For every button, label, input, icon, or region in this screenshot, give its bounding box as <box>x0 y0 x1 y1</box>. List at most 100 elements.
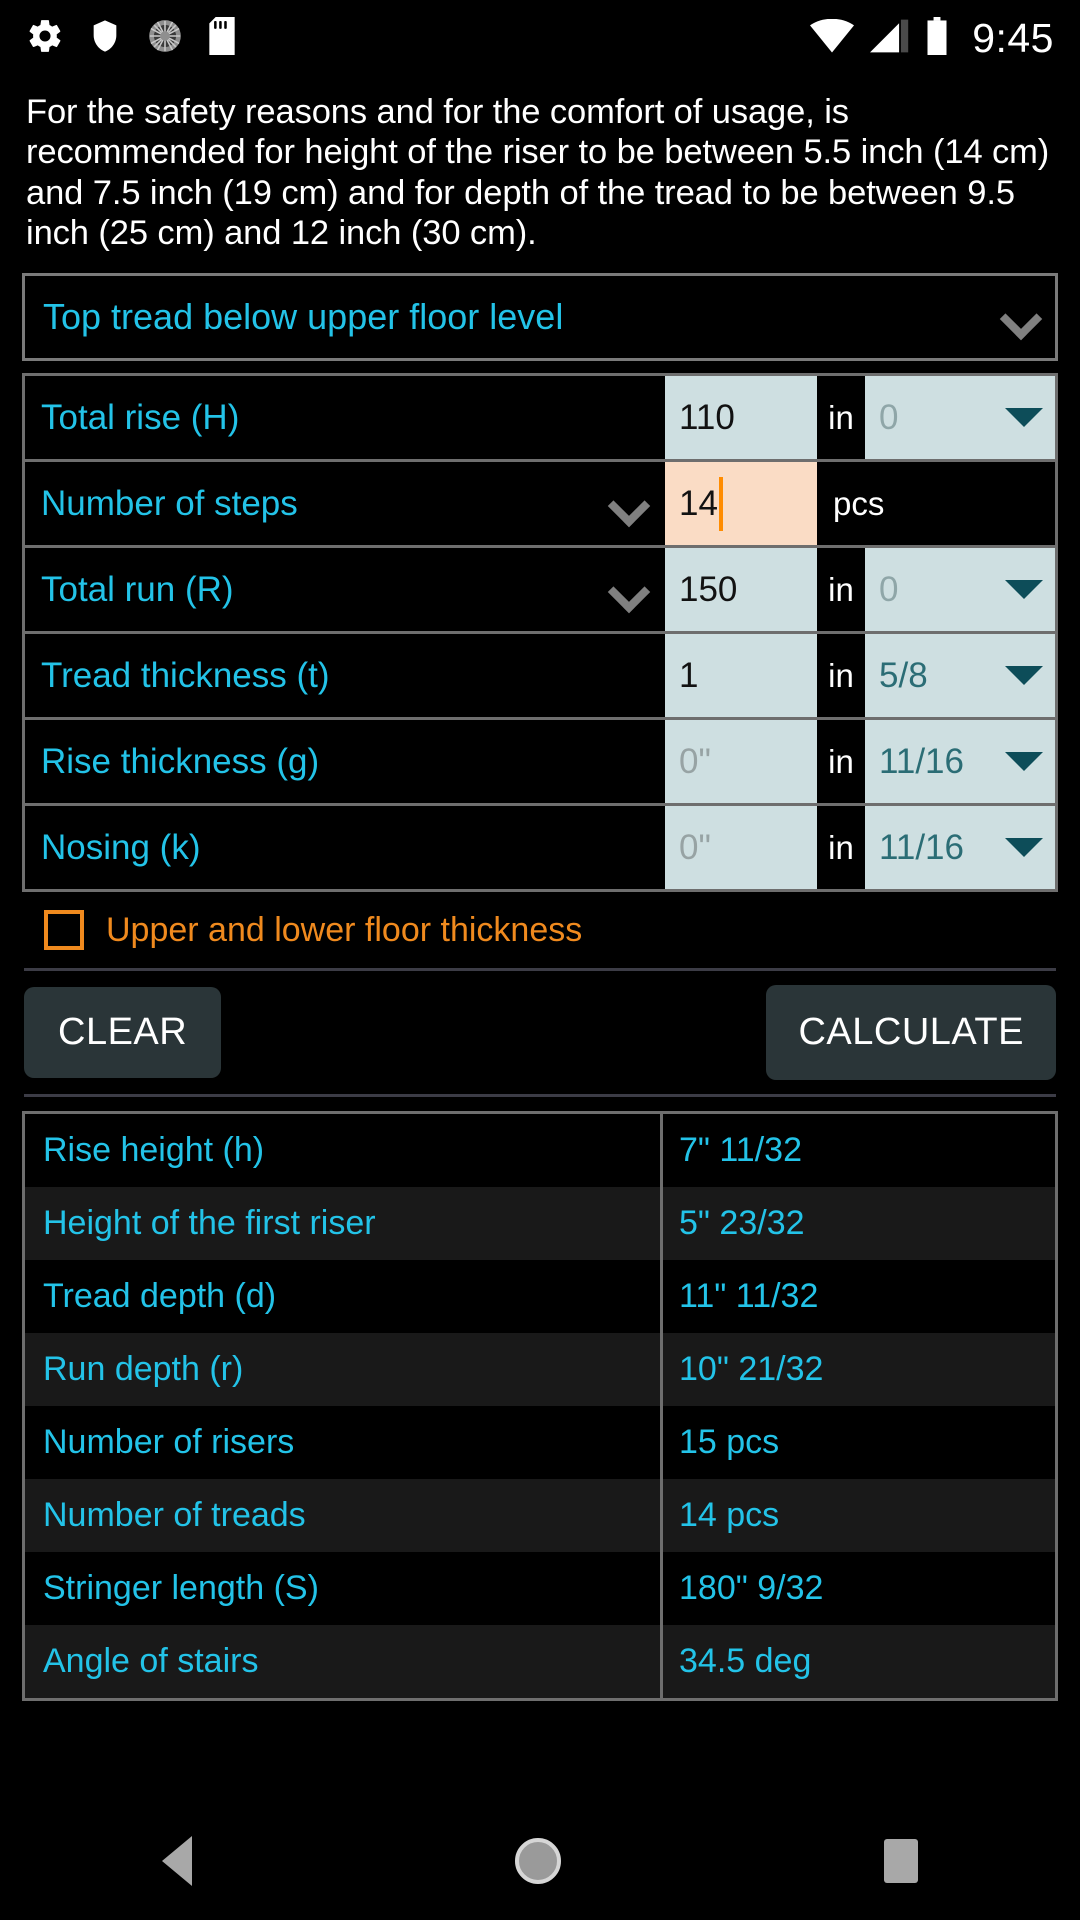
input-value-text: 14 <box>679 483 718 523</box>
gear-icon <box>26 17 64 60</box>
floor-thickness-checkbox-row[interactable]: Upper and lower floor thickness <box>22 892 1058 968</box>
result-row: Number of risers 15 pcs <box>25 1406 1055 1480</box>
caret-down-icon <box>1005 666 1043 686</box>
sd-card-icon <box>208 16 236 60</box>
result-value: 10" 21/32 <box>679 1350 824 1389</box>
input-table: Total rise (H) 110 in 0 Number of steps 14 pcs… <box>22 373 1058 893</box>
chevron-down-icon[interactable] <box>609 571 647 609</box>
fraction-value: 11/16 <box>879 827 964 867</box>
stair-type-spinner[interactable]: Top tread below upper floor level <box>22 273 1058 362</box>
fraction-spinner[interactable]: 11/16 <box>865 720 1055 804</box>
result-label: Height of the first riser <box>25 1187 663 1261</box>
result-value: 7" 11/32 <box>679 1131 802 1170</box>
input-row-label-cell: Rise thickness (g) <box>25 720 665 803</box>
fraction-spinner[interactable]: 11/16 <box>865 806 1055 890</box>
input-row: Nosing (k) 0" in 11/16 <box>25 806 1055 893</box>
input-row: Total rise (H) 110 in 0 <box>25 376 1055 463</box>
results-table: Rise height (h) 7" 11/32 Height of the fir… <box>22 1111 1058 1702</box>
input-row-label: Total run (R) <box>41 569 234 609</box>
caret-down-icon <box>1005 580 1043 600</box>
wifi-icon <box>810 18 855 58</box>
info-text: For the safety reasons and for the comfo… <box>26 93 1050 253</box>
input-value-field[interactable]: 1 <box>665 634 817 718</box>
result-label: Angle of stairs <box>25 1625 663 1699</box>
result-row: Angle of stairs 34.5 deg <box>25 1625 1055 1699</box>
spinner-icon <box>146 17 184 60</box>
chevron-down-icon <box>1001 298 1039 336</box>
caret-down-icon <box>1005 752 1043 772</box>
result-label: Run depth (r) <box>25 1333 663 1407</box>
caret-down-icon <box>1005 838 1043 858</box>
result-value: 34.5 deg <box>679 1642 812 1681</box>
input-value-field[interactable]: 150 <box>665 548 817 632</box>
input-unit-label: pcs <box>817 462 1055 546</box>
result-row: Height of the first riser 5" 23/32 <box>25 1187 1055 1261</box>
calculate-button[interactable]: CALCULATE <box>766 985 1056 1081</box>
android-navigation-bar <box>0 1802 1080 1920</box>
floor-thickness-checkbox[interactable] <box>44 910 84 951</box>
fraction-value: 0 <box>879 569 899 609</box>
input-unit-label: in <box>817 548 865 632</box>
result-row: Tread depth (d) 11" 11/32 <box>25 1260 1055 1334</box>
result-row: Run depth (r) 10" 21/32 <box>25 1333 1055 1407</box>
result-value: 11" 11/32 <box>679 1277 819 1316</box>
input-value-text: 1 <box>679 655 699 695</box>
result-value: 15 pcs <box>679 1423 780 1462</box>
input-value-text: 110 <box>679 397 735 437</box>
input-value-field[interactable]: 110 <box>665 376 817 460</box>
floor-thickness-label: Upper and lower floor thickness <box>106 910 583 949</box>
input-row: Tread thickness (t) 1 in 5/8 <box>25 634 1055 721</box>
fraction-value: 0 <box>879 397 899 437</box>
result-row: Rise height (h) 7" 11/32 <box>25 1114 1055 1188</box>
input-unit-label: in <box>817 634 865 718</box>
input-unit-label: in <box>817 720 865 804</box>
clear-button[interactable]: CLEAR <box>24 987 222 1079</box>
input-row-label: Rise thickness (g) <box>41 741 320 781</box>
chevron-down-icon[interactable] <box>609 485 647 523</box>
fraction-spinner[interactable]: 0 <box>865 376 1055 460</box>
input-row-label-cell[interactable]: Number of steps <box>25 462 665 545</box>
input-value-text: 0" <box>679 827 711 867</box>
stair-type-selected-label: Top tread below upper floor level <box>43 296 564 338</box>
status-bar-left-icons <box>26 16 236 60</box>
input-value-field[interactable]: 0" <box>665 720 817 804</box>
input-row-label: Tread thickness (t) <box>41 655 330 695</box>
input-value-field[interactable]: 14 <box>665 462 817 546</box>
result-label: Number of risers <box>25 1406 663 1480</box>
input-row: Number of steps 14 pcs <box>25 462 1055 549</box>
result-label: Number of treads <box>25 1479 663 1553</box>
action-button-row: CLEAR CALCULATE <box>22 971 1058 1094</box>
signal-icon <box>870 19 910 58</box>
fraction-spinner[interactable]: 5/8 <box>865 634 1055 718</box>
input-value-text: 0" <box>679 741 711 781</box>
battery-icon <box>926 16 948 60</box>
divider-bottom <box>24 1094 1056 1098</box>
result-value: 180" 9/32 <box>679 1569 824 1608</box>
input-row: Rise thickness (g) 0" in 11/16 <box>25 720 1055 807</box>
main-content: For the safety reasons and for the comfo… <box>0 76 1080 1702</box>
result-label: Stringer length (S) <box>25 1552 663 1626</box>
caret-down-icon <box>1005 408 1043 428</box>
input-row-label: Total rise (H) <box>41 397 240 437</box>
status-bar: 9:45 <box>0 0 1080 76</box>
text-caret <box>718 476 723 531</box>
home-icon[interactable] <box>514 1838 561 1884</box>
input-unit-label: in <box>817 806 865 890</box>
input-unit-label: in <box>817 376 865 460</box>
status-bar-right-icons: 9:45 <box>810 16 1054 60</box>
result-value: 5" 23/32 <box>679 1204 805 1243</box>
result-row: Number of treads 14 pcs <box>25 1479 1055 1553</box>
input-row: Total run (R) 150 in 0 <box>25 548 1055 635</box>
input-value-text: 150 <box>679 569 738 609</box>
back-icon[interactable] <box>161 1836 192 1886</box>
input-value-field[interactable]: 0" <box>665 806 817 890</box>
input-row-label: Nosing (k) <box>41 827 201 867</box>
result-label: Tread depth (d) <box>25 1260 663 1334</box>
recents-icon[interactable] <box>884 1839 919 1883</box>
input-row-label-cell[interactable]: Total run (R) <box>25 548 665 631</box>
result-row: Stringer length (S) 180" 9/32 <box>25 1552 1055 1626</box>
result-value: 14 pcs <box>679 1496 780 1535</box>
result-label: Rise height (h) <box>25 1114 663 1188</box>
fraction-spinner[interactable]: 0 <box>865 548 1055 632</box>
fraction-value: 11/16 <box>879 741 964 781</box>
